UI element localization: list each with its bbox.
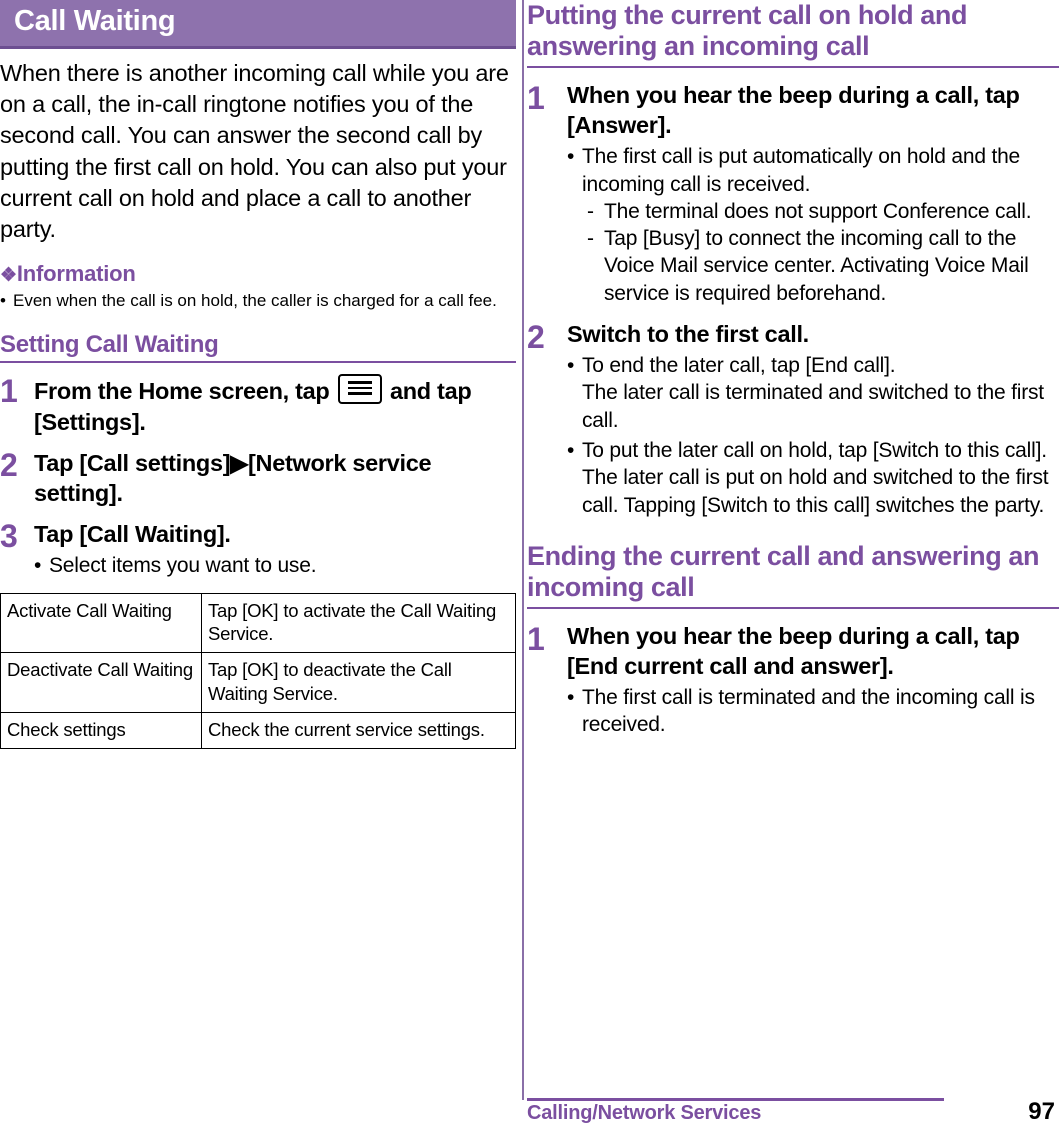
list-item: • To put the later call on hold, tap [Sw… xyxy=(567,437,1059,519)
step-bullet-text: To end the later call, tap [End call]. T… xyxy=(582,354,1044,432)
page-title: Call Waiting xyxy=(0,0,516,49)
step-dash-text: Tap [Busy] to connect the incoming call … xyxy=(604,227,1029,305)
dash-icon: - xyxy=(587,227,594,251)
table-row: Check settings Check the current service… xyxy=(0,711,516,749)
step-number: 1 xyxy=(0,373,18,410)
step-title: Tap [Call settings]▶[Network service set… xyxy=(34,449,432,506)
step-dash-text: The terminal does not support Conference… xyxy=(604,199,1032,223)
section-heading-setting-call-waiting: Setting Call Waiting xyxy=(0,331,516,364)
call-waiting-settings-table: Activate Call Waiting Tap [OK] to activa… xyxy=(0,593,516,749)
step-bullet-text: The first call is terminated and the inc… xyxy=(582,686,1035,737)
section-heading-end-and-answer: Ending the current call and answering an… xyxy=(527,541,1059,609)
step-title: Switch to the first call. xyxy=(567,321,809,348)
table-cell-description: Tap [OK] to deactivate the Call Waiting … xyxy=(201,652,516,713)
table-row: Activate Call Waiting Tap [OK] to activa… xyxy=(0,593,516,654)
step-2: 2 Tap [Call settings]▶[Network service s… xyxy=(0,448,516,508)
step-1: 1 From the Home screen, tap and tap [Set… xyxy=(0,374,516,436)
list-item: • The first call is put automatically on… xyxy=(567,143,1059,198)
information-heading: ❖Information xyxy=(0,261,516,287)
list-item: • Select items you want to use. xyxy=(34,552,516,579)
list-item: • To end the later call, tap [End call].… xyxy=(567,352,1059,434)
right-step-2: 2 Switch to the first call. • To end the… xyxy=(527,319,1059,519)
bullet-icon: • xyxy=(567,686,575,710)
right-step-3: 1 When you hear the beep during a call, … xyxy=(527,621,1059,739)
step-title: From the Home screen, tap and tap [Setti… xyxy=(34,374,516,436)
table-cell-item: Check settings xyxy=(0,711,202,749)
step-bullet-text: Select items you want to use. xyxy=(49,553,317,577)
list-item: • The first call is terminated and the i… xyxy=(567,684,1059,739)
dash-icon: - xyxy=(587,199,594,223)
table-cell-description: Tap [OK] to activate the Call Waiting Se… xyxy=(201,593,516,654)
step-title: When you hear the beep during a call, ta… xyxy=(567,82,1020,139)
step-title: When you hear the beep during a call, ta… xyxy=(567,622,1020,680)
right-step-1: 1 When you hear the beep during a call, … xyxy=(527,80,1059,307)
step-title: Tap [Call Waiting]. xyxy=(34,520,231,547)
step-number: 2 xyxy=(0,446,18,483)
list-item-dash: - Tap [Busy] to connect the incoming cal… xyxy=(587,225,1059,307)
page-footer: Calling/Network Services 97 xyxy=(527,1098,1059,1131)
left-column: Call Waiting When there is another incom… xyxy=(0,0,516,749)
list-item: • Even when the call is on hold, the cal… xyxy=(0,290,516,312)
right-column: Putting the current call on hold and ans… xyxy=(527,0,1059,739)
page-number: 97 xyxy=(1028,1098,1055,1125)
table-cell-item: Activate Call Waiting xyxy=(0,593,202,654)
step-bullet-text: To put the later call on hold, tap [Swit… xyxy=(582,439,1049,517)
section-heading-hold-and-answer: Putting the current call on hold and ans… xyxy=(527,0,1059,69)
table-row: Deactivate Call Waiting Tap [OK] to deac… xyxy=(0,652,516,713)
footer-rule xyxy=(527,1098,944,1101)
information-bullet-text: Even when the call is on hold, the calle… xyxy=(13,291,497,311)
intro-paragraph: When there is another incoming call whil… xyxy=(0,59,509,243)
bullet-icon: • xyxy=(567,145,575,169)
step-bullet-text: The first call is put automatically on h… xyxy=(582,145,1021,196)
table-cell-item: Deactivate Call Waiting xyxy=(0,652,202,713)
menu-icon xyxy=(337,374,382,405)
step-3: 3 Tap [Call Waiting]. • Select items you… xyxy=(0,519,516,579)
information-bullets: • Even when the call is on hold, the cal… xyxy=(0,290,516,312)
step-number: 1 xyxy=(527,620,545,657)
step-title-before: From the Home screen, tap xyxy=(34,378,330,405)
step-number: 3 xyxy=(0,517,18,554)
step-number: 1 xyxy=(527,80,545,117)
list-item-dash: - The terminal does not support Conferen… xyxy=(587,198,1059,225)
manual-page: Call Waiting When there is another incom… xyxy=(0,0,1063,1131)
bullet-icon: • xyxy=(34,553,42,577)
bullet-icon: • xyxy=(567,439,575,462)
diamond-icon: ❖ xyxy=(0,265,17,287)
step-number: 2 xyxy=(527,319,545,356)
bullet-icon: • xyxy=(0,291,6,311)
footer-chapter-label: Calling/Network Services xyxy=(527,1102,762,1124)
column-divider xyxy=(522,0,524,1100)
information-heading-label: Information xyxy=(16,261,136,287)
table-cell-description: Check the current service settings. xyxy=(201,711,516,749)
bullet-icon: • xyxy=(567,354,575,378)
